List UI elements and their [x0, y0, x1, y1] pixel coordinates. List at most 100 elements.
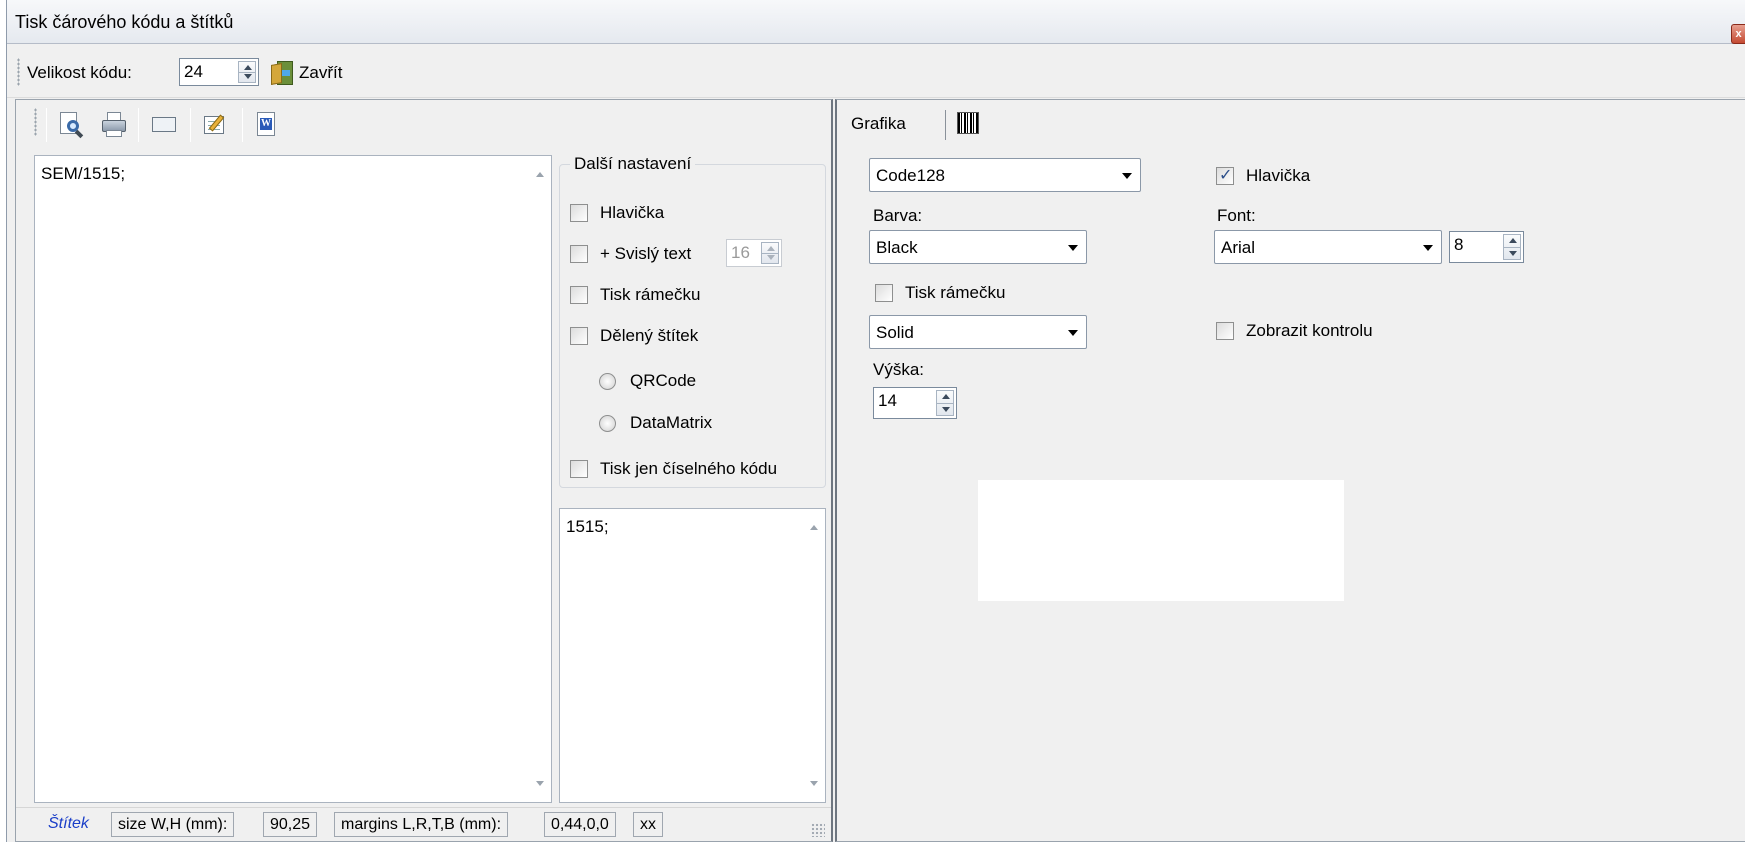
checkbox-box[interactable] — [1216, 322, 1234, 340]
edit-icon[interactable] — [202, 110, 230, 138]
title-bar: Tisk čárového kódu a štítků x — [7, 0, 1745, 44]
memo-scrollbar[interactable] — [529, 156, 551, 802]
toolbar-grip[interactable] — [34, 108, 37, 136]
font-value: Arial — [1221, 238, 1256, 257]
memo-scrollbar[interactable] — [803, 509, 825, 802]
graphics-frame-checkbox[interactable]: Tisk rámečku — [875, 283, 1005, 303]
qrcode-radio-label: QRCode — [630, 371, 697, 390]
header-checkbox-label: Hlavička — [600, 203, 665, 222]
close-icon[interactable]: x — [1731, 24, 1745, 44]
split-label-checkbox[interactable]: Dělený štítek — [570, 326, 698, 346]
scroll-down-icon[interactable] — [810, 781, 818, 786]
code-size-label: Velikost kódu: — [27, 63, 132, 82]
toolbar-separator — [945, 110, 946, 140]
code-size-value[interactable]: 24 — [184, 62, 203, 82]
label-text-content[interactable]: SEM/1515; — [41, 164, 125, 184]
chevron-down-icon[interactable] — [1068, 330, 1078, 336]
frame-checkbox[interactable]: Tisk rámečku — [570, 285, 700, 305]
spin-arrows-icon[interactable] — [1503, 234, 1521, 260]
height-label: Výška: — [873, 360, 925, 379]
right-panel: Grafika Code128 Hlavička Barva: Font: Bl… — [835, 99, 1745, 842]
spin-arrows-icon[interactable] — [761, 242, 779, 264]
graphics-toolbar: Grafika — [837, 100, 1745, 148]
checkbox-box[interactable] — [875, 284, 893, 302]
font-select[interactable]: Arial — [1214, 230, 1442, 264]
numeric-only-checkbox-label: Tisk jen číselného kódu — [600, 459, 778, 478]
toolbar-separator — [190, 108, 191, 142]
status-size-value: 90,25 — [263, 812, 318, 837]
spin-arrows-icon[interactable] — [936, 390, 954, 416]
settings-group-title: Další nastavení — [570, 154, 696, 174]
barcode-preview — [978, 480, 1344, 601]
main-window: Tisk čárového kódu a štítků x Velikost k… — [6, 0, 1745, 842]
datamatrix-radio-label: DataMatrix — [630, 413, 713, 432]
line-style-select[interactable]: Solid — [869, 315, 1087, 349]
toolbar-separator — [46, 108, 47, 142]
code-size-stepper[interactable]: 24 — [179, 58, 259, 86]
toolbar-separator — [138, 108, 139, 142]
chevron-down-icon[interactable] — [1068, 245, 1078, 251]
numeric-only-checkbox[interactable]: Tisk jen číselného kódu — [570, 459, 777, 479]
font-size-value[interactable]: 8 — [1454, 235, 1463, 255]
print-icon[interactable] — [100, 110, 128, 138]
checkbox-box[interactable] — [570, 327, 588, 345]
vertical-text-label: + Svislý text — [600, 244, 692, 263]
word-export-icon[interactable]: W — [252, 110, 280, 138]
chevron-down-icon[interactable] — [1423, 245, 1433, 251]
status-margins-label: margins L,R,T,B (mm): — [334, 812, 509, 837]
vertical-text-checkbox[interactable]: + Svislý text — [570, 244, 691, 264]
close-button-label: Zavřít — [299, 63, 343, 82]
qrcode-radio[interactable]: QRCode — [599, 371, 696, 391]
checkbox-box[interactable] — [570, 204, 588, 222]
scroll-up-icon[interactable] — [536, 172, 544, 177]
exit-door-icon — [271, 61, 293, 85]
spin-arrows-icon[interactable] — [238, 61, 256, 83]
show-check-label: Zobrazit kontrolu — [1246, 321, 1373, 340]
line-style-value: Solid — [876, 323, 914, 342]
radio-circle[interactable] — [599, 414, 616, 432]
left-toolbar: W — [16, 100, 831, 148]
frame-checkbox-label: Tisk rámečku — [600, 285, 701, 304]
keyboard-icon[interactable] — [150, 110, 178, 138]
height-value[interactable]: 14 — [878, 391, 897, 411]
status-size-label: size W,H (mm): — [111, 812, 235, 837]
font-size-stepper[interactable]: 8 — [1449, 231, 1524, 263]
header-checkbox[interactable]: Hlavička — [570, 203, 664, 223]
barcode-type-select[interactable]: Code128 — [869, 158, 1141, 192]
graphics-header-checkbox[interactable]: Hlavička — [1216, 165, 1311, 186]
checkbox-box[interactable] — [570, 286, 588, 304]
left-panel: W SEM/1515; Další nastavení Hlavička + S… — [15, 99, 833, 842]
height-stepper[interactable]: 14 — [873, 387, 957, 419]
close-button[interactable]: Zavřít — [271, 58, 342, 88]
scroll-up-icon[interactable] — [810, 525, 818, 530]
barcode-icon[interactable] — [957, 112, 979, 134]
label-text-memo[interactable]: SEM/1515; — [34, 155, 552, 803]
code-memo-content[interactable]: 1515; — [566, 517, 609, 537]
checkbox-box[interactable] — [570, 460, 588, 478]
top-toolbar: Velikost kódu: 24 Zavřít — [7, 46, 1745, 98]
scroll-down-icon[interactable] — [536, 781, 544, 786]
vertical-text-value[interactable]: 16 — [731, 243, 750, 263]
color-label: Barva: — [873, 206, 923, 225]
font-label: Font: — [1217, 206, 1256, 225]
color-select[interactable]: Black — [869, 230, 1087, 264]
datamatrix-radio[interactable]: DataMatrix — [599, 413, 712, 433]
toolbar-grip[interactable] — [17, 58, 20, 86]
status-extra: xx — [633, 812, 663, 837]
print-preview-icon[interactable] — [56, 110, 84, 139]
resize-grip-icon[interactable] — [811, 823, 825, 837]
show-check-checkbox[interactable]: Zobrazit kontrolu — [1216, 321, 1373, 341]
vertical-text-stepper[interactable]: 16 — [726, 239, 782, 267]
tab-graphics[interactable]: Grafika — [851, 114, 906, 134]
radio-circle[interactable] — [599, 372, 616, 390]
graphics-header-label: Hlavička — [1246, 166, 1311, 185]
status-label-link[interactable]: Štítek — [42, 812, 95, 837]
color-value: Black — [876, 238, 918, 257]
code-memo[interactable]: 1515; — [559, 508, 826, 803]
window-title: Tisk čárového kódu a štítků — [15, 12, 234, 32]
checkbox-box[interactable] — [570, 245, 588, 263]
barcode-type-value: Code128 — [876, 166, 946, 185]
split-label-checkbox-label: Dělený štítek — [600, 326, 699, 345]
checkbox-box-checked[interactable] — [1216, 165, 1234, 185]
chevron-down-icon[interactable] — [1122, 173, 1132, 179]
